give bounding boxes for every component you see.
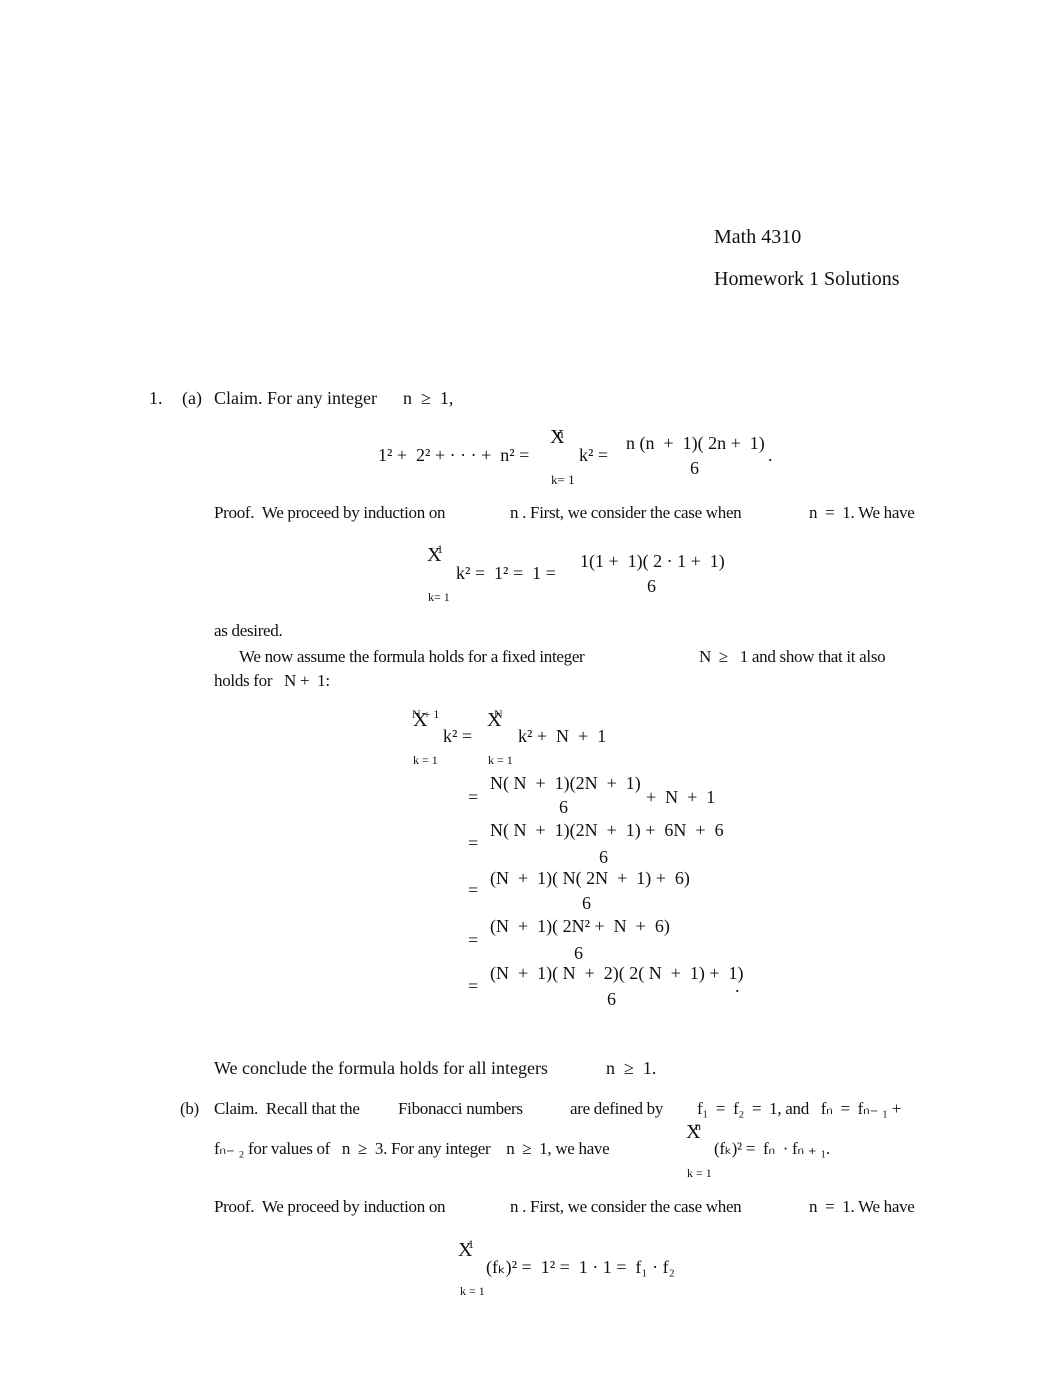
document-title: Homework 1 Solutions [714,268,900,290]
fibonacci-identity: (fₖ)² = fₙ · fₙ ₊ ₁. [714,1139,830,1158]
fibonacci-definition: f₁ = f₂ = 1, and fₙ = fₙ₋ ₁ + [697,1099,901,1118]
claim-condition: n ≥ 1, [403,388,454,408]
proof-we-have: n = 1. We have [809,1197,915,1216]
base-denominator: 6 [647,576,656,596]
step-trail: + N + 1 [646,787,716,807]
sigma-lower: k= 1 [551,472,575,487]
equals-sign: = [468,833,479,853]
eq1-summand: k² = [579,445,609,465]
step-denominator: 6 [582,893,591,913]
proof-we-have: n = 1. We have [809,503,915,522]
equals-sign: = [468,930,479,950]
sigma-lower: k = 1 [413,753,438,767]
sigma-upper: N [494,707,503,721]
equals-sign: = [468,787,479,807]
step-numerator: (N + 1)( 2N² + N + 6) [490,916,670,936]
problem-number: 1. [149,388,163,408]
step-numerator: N( N + 1)(2N + 1) + 6N + 6 [490,820,724,840]
fibonacci-base-body: (fₖ)² = 1² = 1 · 1 = f₁ · f₂ [486,1257,675,1277]
sigma-upper: 1 [437,542,443,556]
step-denominator: 6 [607,989,616,1009]
step-denominator: 6 [599,847,608,867]
sigma-upper: n [557,426,564,441]
step-trail: . [735,976,740,996]
base-body: k² = 1² = 1 = [456,563,556,583]
sigma-upper: 1 [468,1237,474,1251]
part-b-defined-by: are defined by [570,1099,664,1118]
eq1-lhs: 1² + 2² + · · · + n² = [378,445,530,465]
as-desired-text: as desired. [214,621,283,640]
induction-step-text: We now assume the formula holds for a fi… [239,647,585,666]
part-b-claim: Claim. Recall that the [214,1099,360,1118]
step-numerator: (N + 1)( N + 2)( 2( N + 1) + 1) [490,963,744,983]
part-a-label: (a) [182,388,202,408]
claim-text: Claim. For any integer [214,388,377,408]
course-number: Math 4310 [714,226,802,248]
step-numerator: (N + 1)( N( 2N + 1) + 6) [490,868,690,888]
base-numerator: 1(1 + 1)( 2 · 1 + 1) [580,551,725,571]
sigma-upper: n [695,1119,701,1133]
equals-sign: = [468,976,479,996]
equals-sign: = [468,880,479,900]
proof-base-case: n . First, we consider the case when [510,1197,742,1216]
chain-lhs-summand: k² = [443,726,473,746]
proof-intro: Proof. We proceed by induction on [214,1197,446,1216]
proof-intro: Proof. We proceed by induction on [214,503,446,522]
induction-holds-for: holds for N + 1: [214,671,330,690]
conclusion-condition: n ≥ 1. [606,1058,657,1078]
sigma-lower: k = 1 [488,753,513,767]
fibonacci-term: Fibonacci numbers [398,1099,523,1118]
step-denominator: 6 [559,797,568,817]
sigma-lower: k = 1 [687,1166,712,1180]
sigma-lower: k = 1 [460,1284,485,1298]
sigma-lower: k= 1 [428,590,450,604]
part-b-claim-line2: fₙ₋ ₂ for values of n ≥ 3. For any integ… [214,1139,610,1158]
eq1-numerator: n (n + 1)( 2n + 1) [626,433,765,453]
step-numerator: N( N + 1)(2N + 1) [490,773,641,793]
induction-condition: N ≥ 1 and show that it also [699,647,886,666]
step-denominator: 6 [574,943,583,963]
proof-base-case: n . First, we consider the case when [510,503,742,522]
chain-rhs-body: k² + N + 1 [518,726,607,746]
eq1-period: . [768,445,773,465]
part-b-label: (b) [180,1099,199,1118]
conclusion-text: We conclude the formula holds for all in… [214,1058,548,1078]
sigma-upper: N + 1 [412,707,440,721]
eq1-denominator: 6 [690,458,699,478]
